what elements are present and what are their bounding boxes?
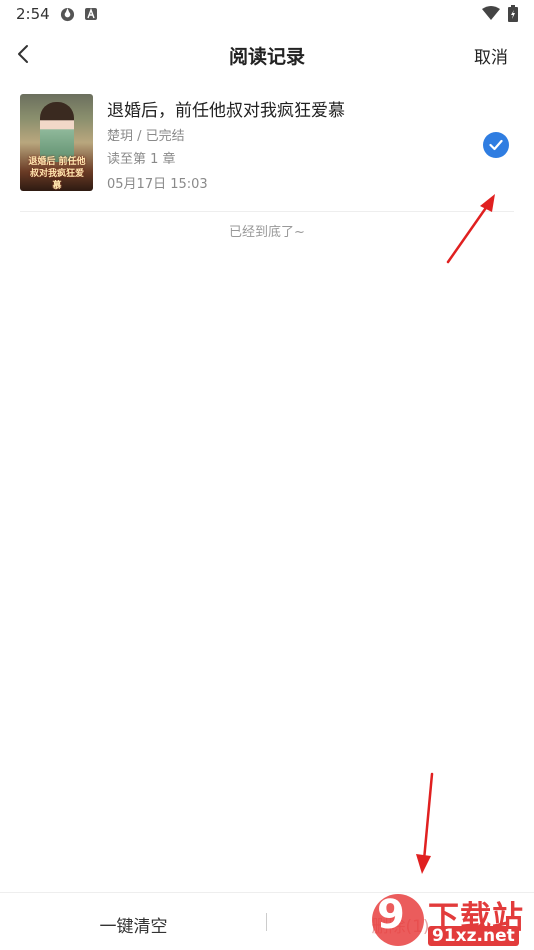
battery-icon xyxy=(508,5,518,22)
wifi-icon xyxy=(482,6,500,20)
book-title: 退婚后，前任他叔对我疯狂爱慕 xyxy=(107,101,345,121)
watermark-url: 91xz.net xyxy=(428,926,519,946)
annotation-arrow-checkbox xyxy=(446,194,495,264)
check-icon xyxy=(489,139,503,151)
cover-title: 退婚后 前任他叔对我疯狂爱慕 xyxy=(28,157,86,191)
list-item[interactable]: 退婚后 前任他叔对我疯狂爱慕 退婚后，前任他叔对我疯狂爱慕 楚玥 / 已完结 读… xyxy=(20,92,514,194)
page-title: 阅读记录 xyxy=(228,46,305,68)
cancel-button[interactable]: 取消 xyxy=(474,43,508,68)
clear-all-button[interactable]: 一键清空 xyxy=(0,912,267,937)
status-bar: 2:54 xyxy=(0,0,534,30)
book-author-status: 楚玥 / 已完结 xyxy=(107,129,185,144)
annotation-arrow-delete xyxy=(416,772,434,874)
cover-illustration xyxy=(40,102,74,162)
select-checkbox[interactable] xyxy=(483,132,509,158)
status-time: 2:54 xyxy=(16,5,50,23)
reading-time: 05月17日 15:03 xyxy=(107,177,208,192)
header: 阅读记录 取消 xyxy=(0,30,534,78)
reading-progress: 读至第 1 章 xyxy=(107,152,176,167)
notification-a-icon xyxy=(85,8,97,20)
watermark-mark: 9 xyxy=(377,892,405,938)
book-cover[interactable]: 退婚后 前任他叔对我疯狂爱慕 xyxy=(20,94,93,191)
watermark-logo: 9 下载站 91xz.net xyxy=(366,888,534,950)
sync-icon xyxy=(60,7,75,22)
